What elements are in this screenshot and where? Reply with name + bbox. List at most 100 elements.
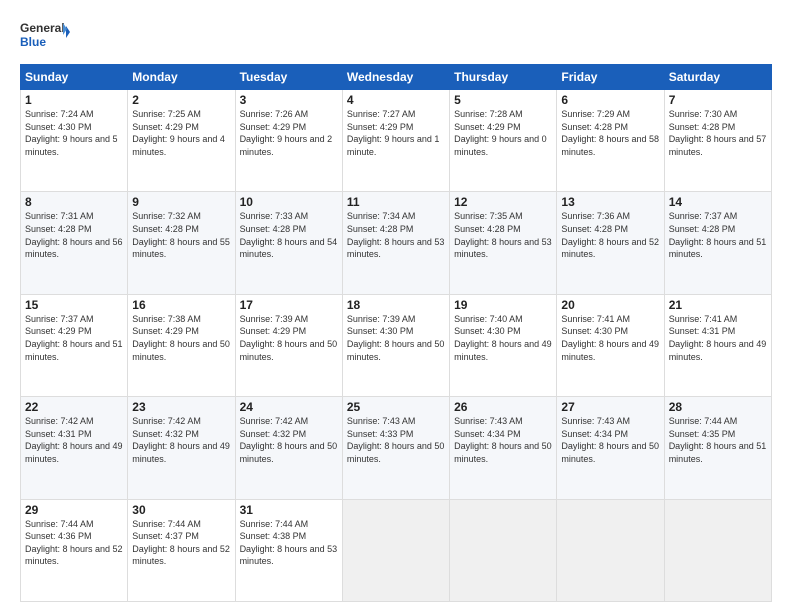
day-info: Sunrise: 7:38 AMSunset: 4:29 PMDaylight:… — [132, 313, 230, 363]
day-info: Sunrise: 7:44 AMSunset: 4:38 PMDaylight:… — [240, 518, 338, 568]
day-info: Sunrise: 7:41 AMSunset: 4:31 PMDaylight:… — [669, 313, 767, 363]
day-info: Sunrise: 7:26 AMSunset: 4:29 PMDaylight:… — [240, 108, 338, 158]
day-info: Sunrise: 7:25 AMSunset: 4:29 PMDaylight:… — [132, 108, 230, 158]
calendar-day-cell: 19Sunrise: 7:40 AMSunset: 4:30 PMDayligh… — [450, 294, 557, 396]
calendar-day-cell: 20Sunrise: 7:41 AMSunset: 4:30 PMDayligh… — [557, 294, 664, 396]
calendar-day-cell: 7Sunrise: 7:30 AMSunset: 4:28 PMDaylight… — [664, 90, 771, 192]
day-number: 22 — [25, 400, 123, 414]
calendar-day-cell: 9Sunrise: 7:32 AMSunset: 4:28 PMDaylight… — [128, 192, 235, 294]
calendar-day-cell: 12Sunrise: 7:35 AMSunset: 4:28 PMDayligh… — [450, 192, 557, 294]
day-number: 13 — [561, 195, 659, 209]
day-number: 19 — [454, 298, 552, 312]
day-info: Sunrise: 7:43 AMSunset: 4:33 PMDaylight:… — [347, 415, 445, 465]
calendar-week-row: 22Sunrise: 7:42 AMSunset: 4:31 PMDayligh… — [21, 397, 772, 499]
calendar-day-cell — [342, 499, 449, 601]
day-info: Sunrise: 7:27 AMSunset: 4:29 PMDaylight:… — [347, 108, 445, 158]
calendar-day-cell: 31Sunrise: 7:44 AMSunset: 4:38 PMDayligh… — [235, 499, 342, 601]
day-number: 10 — [240, 195, 338, 209]
day-number: 24 — [240, 400, 338, 414]
calendar-week-row: 1Sunrise: 7:24 AMSunset: 4:30 PMDaylight… — [21, 90, 772, 192]
calendar-day-cell: 6Sunrise: 7:29 AMSunset: 4:28 PMDaylight… — [557, 90, 664, 192]
calendar-day-cell: 30Sunrise: 7:44 AMSunset: 4:37 PMDayligh… — [128, 499, 235, 601]
day-info: Sunrise: 7:31 AMSunset: 4:28 PMDaylight:… — [25, 210, 123, 260]
calendar-day-cell: 14Sunrise: 7:37 AMSunset: 4:28 PMDayligh… — [664, 192, 771, 294]
day-info: Sunrise: 7:36 AMSunset: 4:28 PMDaylight:… — [561, 210, 659, 260]
calendar-day-cell: 24Sunrise: 7:42 AMSunset: 4:32 PMDayligh… — [235, 397, 342, 499]
day-info: Sunrise: 7:37 AMSunset: 4:29 PMDaylight:… — [25, 313, 123, 363]
day-info: Sunrise: 7:44 AMSunset: 4:35 PMDaylight:… — [669, 415, 767, 465]
calendar-day-cell: 2Sunrise: 7:25 AMSunset: 4:29 PMDaylight… — [128, 90, 235, 192]
calendar-day-cell — [450, 499, 557, 601]
calendar-table: SundayMondayTuesdayWednesdayThursdayFrid… — [20, 64, 772, 602]
day-info: Sunrise: 7:42 AMSunset: 4:31 PMDaylight:… — [25, 415, 123, 465]
calendar-day-cell: 22Sunrise: 7:42 AMSunset: 4:31 PMDayligh… — [21, 397, 128, 499]
day-number: 31 — [240, 503, 338, 517]
calendar-day-header: Saturday — [664, 65, 771, 90]
day-number: 17 — [240, 298, 338, 312]
calendar-day-cell: 26Sunrise: 7:43 AMSunset: 4:34 PMDayligh… — [450, 397, 557, 499]
day-number: 5 — [454, 93, 552, 107]
calendar-day-header: Sunday — [21, 65, 128, 90]
day-info: Sunrise: 7:40 AMSunset: 4:30 PMDaylight:… — [454, 313, 552, 363]
day-number: 28 — [669, 400, 767, 414]
calendar-day-cell: 15Sunrise: 7:37 AMSunset: 4:29 PMDayligh… — [21, 294, 128, 396]
day-info: Sunrise: 7:32 AMSunset: 4:28 PMDaylight:… — [132, 210, 230, 260]
day-info: Sunrise: 7:42 AMSunset: 4:32 PMDaylight:… — [132, 415, 230, 465]
calendar-day-cell: 5Sunrise: 7:28 AMSunset: 4:29 PMDaylight… — [450, 90, 557, 192]
day-number: 4 — [347, 93, 445, 107]
day-number: 21 — [669, 298, 767, 312]
day-info: Sunrise: 7:44 AMSunset: 4:36 PMDaylight:… — [25, 518, 123, 568]
day-info: Sunrise: 7:29 AMSunset: 4:28 PMDaylight:… — [561, 108, 659, 158]
day-number: 16 — [132, 298, 230, 312]
day-number: 7 — [669, 93, 767, 107]
day-info: Sunrise: 7:24 AMSunset: 4:30 PMDaylight:… — [25, 108, 123, 158]
svg-text:Blue: Blue — [20, 35, 46, 49]
day-number: 2 — [132, 93, 230, 107]
day-info: Sunrise: 7:41 AMSunset: 4:30 PMDaylight:… — [561, 313, 659, 363]
calendar-day-header: Friday — [557, 65, 664, 90]
day-info: Sunrise: 7:33 AMSunset: 4:28 PMDaylight:… — [240, 210, 338, 260]
calendar-day-cell: 10Sunrise: 7:33 AMSunset: 4:28 PMDayligh… — [235, 192, 342, 294]
calendar-day-cell: 8Sunrise: 7:31 AMSunset: 4:28 PMDaylight… — [21, 192, 128, 294]
calendar-week-row: 29Sunrise: 7:44 AMSunset: 4:36 PMDayligh… — [21, 499, 772, 601]
day-number: 29 — [25, 503, 123, 517]
day-number: 20 — [561, 298, 659, 312]
calendar-day-cell: 25Sunrise: 7:43 AMSunset: 4:33 PMDayligh… — [342, 397, 449, 499]
calendar-day-cell: 16Sunrise: 7:38 AMSunset: 4:29 PMDayligh… — [128, 294, 235, 396]
day-info: Sunrise: 7:35 AMSunset: 4:28 PMDaylight:… — [454, 210, 552, 260]
day-number: 6 — [561, 93, 659, 107]
day-number: 23 — [132, 400, 230, 414]
calendar-day-cell — [664, 499, 771, 601]
day-info: Sunrise: 7:43 AMSunset: 4:34 PMDaylight:… — [454, 415, 552, 465]
day-info: Sunrise: 7:44 AMSunset: 4:37 PMDaylight:… — [132, 518, 230, 568]
day-number: 15 — [25, 298, 123, 312]
day-number: 8 — [25, 195, 123, 209]
day-info: Sunrise: 7:39 AMSunset: 4:29 PMDaylight:… — [240, 313, 338, 363]
page-header: General Blue — [20, 16, 772, 54]
day-info: Sunrise: 7:30 AMSunset: 4:28 PMDaylight:… — [669, 108, 767, 158]
calendar-header-row: SundayMondayTuesdayWednesdayThursdayFrid… — [21, 65, 772, 90]
logo: General Blue — [20, 16, 70, 54]
calendar-day-cell: 18Sunrise: 7:39 AMSunset: 4:30 PMDayligh… — [342, 294, 449, 396]
svg-text:General: General — [20, 21, 65, 35]
calendar-day-cell: 11Sunrise: 7:34 AMSunset: 4:28 PMDayligh… — [342, 192, 449, 294]
day-number: 14 — [669, 195, 767, 209]
day-number: 30 — [132, 503, 230, 517]
calendar-day-header: Thursday — [450, 65, 557, 90]
day-number: 9 — [132, 195, 230, 209]
calendar-day-cell: 17Sunrise: 7:39 AMSunset: 4:29 PMDayligh… — [235, 294, 342, 396]
day-number: 26 — [454, 400, 552, 414]
day-number: 11 — [347, 195, 445, 209]
day-number: 18 — [347, 298, 445, 312]
logo-icon: General Blue — [20, 16, 70, 54]
calendar-week-row: 15Sunrise: 7:37 AMSunset: 4:29 PMDayligh… — [21, 294, 772, 396]
calendar-day-header: Tuesday — [235, 65, 342, 90]
calendar-day-cell: 29Sunrise: 7:44 AMSunset: 4:36 PMDayligh… — [21, 499, 128, 601]
calendar-day-header: Monday — [128, 65, 235, 90]
calendar-day-cell: 4Sunrise: 7:27 AMSunset: 4:29 PMDaylight… — [342, 90, 449, 192]
day-info: Sunrise: 7:34 AMSunset: 4:28 PMDaylight:… — [347, 210, 445, 260]
day-info: Sunrise: 7:28 AMSunset: 4:29 PMDaylight:… — [454, 108, 552, 158]
day-info: Sunrise: 7:42 AMSunset: 4:32 PMDaylight:… — [240, 415, 338, 465]
calendar-day-header: Wednesday — [342, 65, 449, 90]
calendar-week-row: 8Sunrise: 7:31 AMSunset: 4:28 PMDaylight… — [21, 192, 772, 294]
